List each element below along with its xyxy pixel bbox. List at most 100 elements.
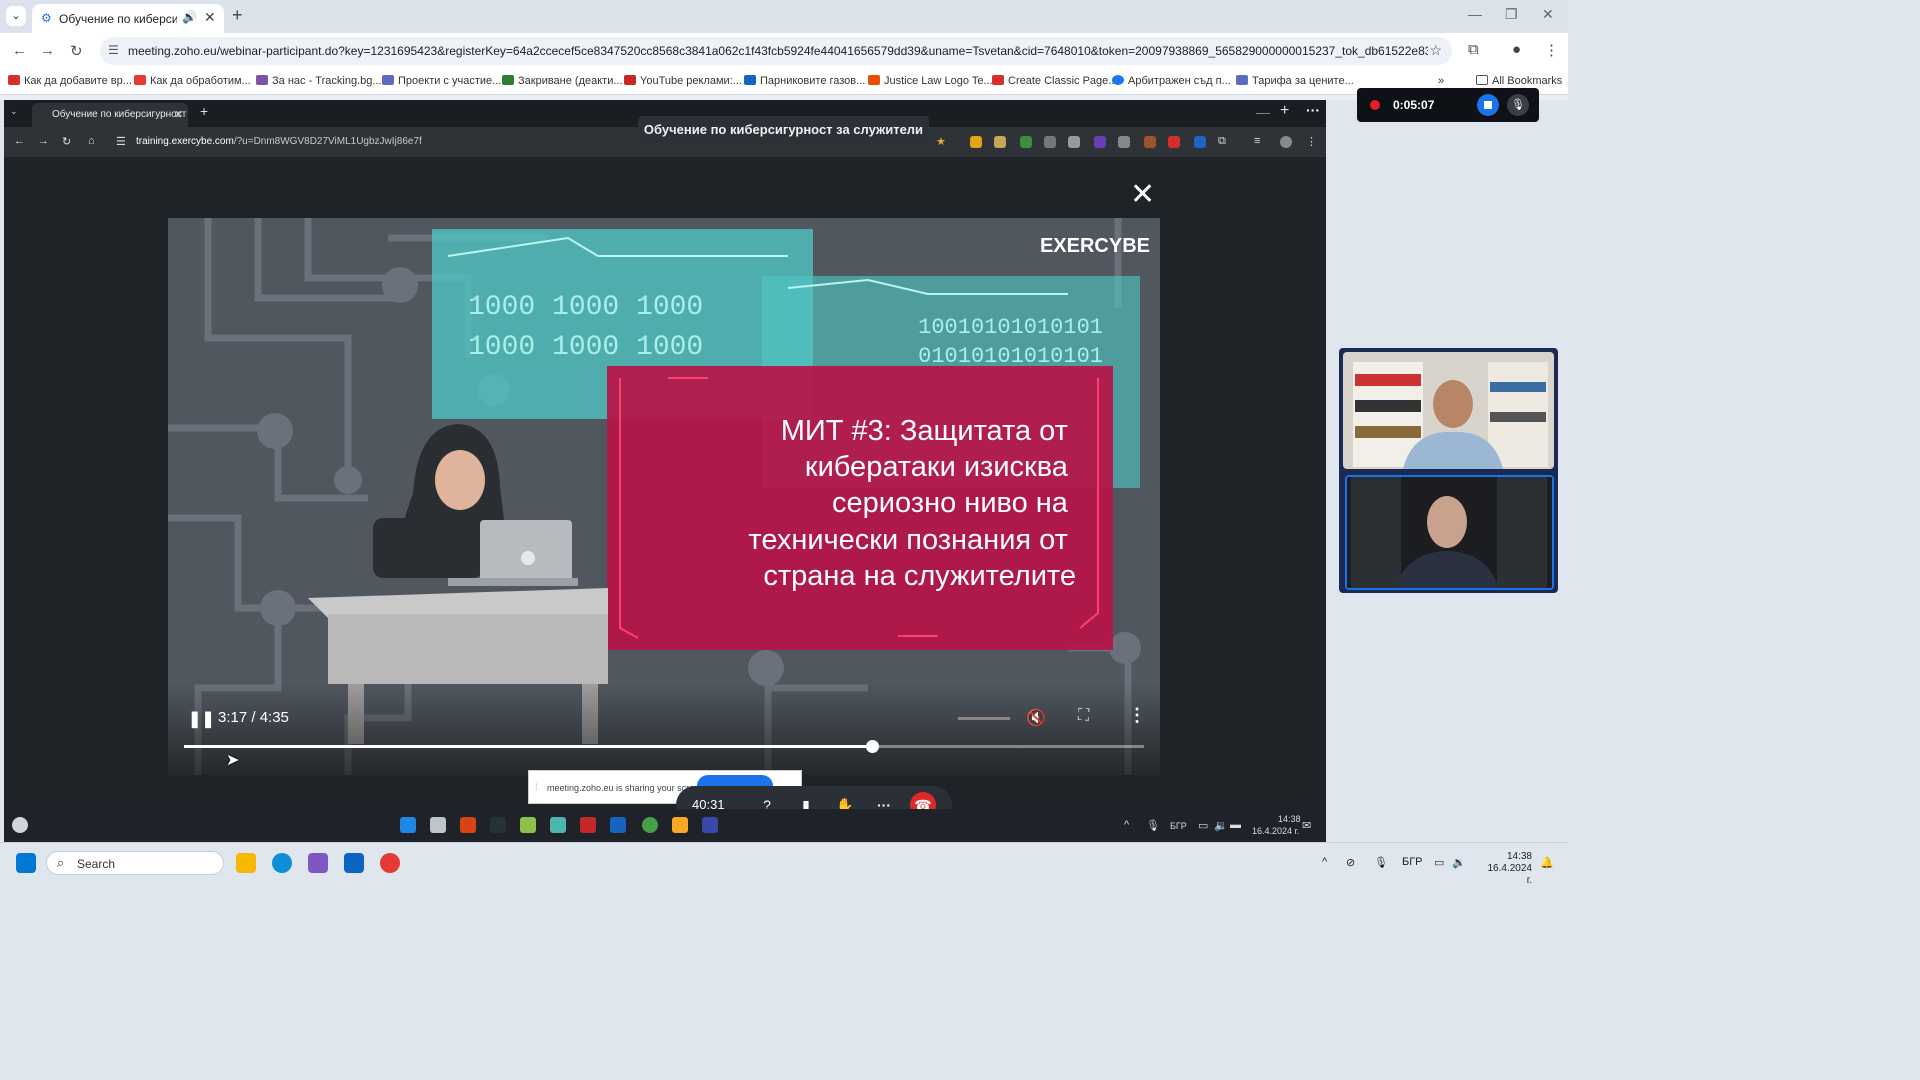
language-indicator[interactable]: БГР	[1402, 856, 1423, 868]
restore-icon[interactable]: ❐	[1505, 6, 1518, 23]
bookmark-item[interactable]: Тарифа за цените...	[1236, 75, 1354, 87]
progress-thumb[interactable]	[865, 740, 879, 753]
inner-plus-icon: +	[1280, 102, 1290, 119]
clock-date: 16.4.2024 г.	[1487, 863, 1533, 886]
address-bar[interactable]: ☰ meeting.zoho.eu/webinar-participant.do…	[100, 37, 1452, 65]
inner-home-icon: ⌂	[88, 135, 95, 147]
facebook-icon	[1112, 75, 1124, 85]
pause-icon[interactable]: ❚❚	[188, 709, 215, 729]
inner-time: 14:38	[1278, 814, 1301, 824]
snipping-tool-icon[interactable]	[308, 853, 328, 873]
new-tab-button[interactable]: +	[232, 5, 243, 26]
headline-line: кибератаки изисква	[805, 451, 1069, 483]
file-explorer-icon[interactable]	[236, 853, 256, 873]
inner-url: training.exercybe.com/?u=Dnm8WGV8D27ViML…	[136, 136, 422, 147]
youtube-icon	[992, 75, 1004, 85]
close-tab-icon[interactable]: ✕	[204, 9, 216, 26]
volume-slider[interactable]	[958, 717, 1010, 720]
extensions-icon[interactable]: ⧉	[1468, 41, 1479, 58]
inner-notification-icon: ✉	[1302, 820, 1312, 832]
headline-line: страна на служителите	[763, 560, 1076, 592]
inner-folder-icon	[672, 817, 688, 833]
network-icon[interactable]: ⊘	[1346, 856, 1355, 869]
headline-line: МИТ #3: Защитата от	[781, 415, 1068, 447]
more-options-icon[interactable]: ⋮	[1128, 705, 1146, 726]
youtube-icon	[134, 75, 146, 85]
close-video-button[interactable]: ✕	[1130, 180, 1155, 210]
muted-volume-icon[interactable]: 🔇	[1026, 708, 1046, 728]
bookmark-item[interactable]: Проекти с участие...	[382, 75, 501, 87]
bookmark-item[interactable]: Как да добавите вр...	[8, 75, 132, 87]
bookmark-star-icon[interactable]: ☆	[1429, 42, 1442, 59]
fullscreen-icon[interactable]: ⛶	[1078, 707, 1089, 725]
extension-icon	[994, 136, 1006, 148]
stop-recording-button[interactable]	[1477, 94, 1499, 116]
profile-icon[interactable]: ●	[1512, 41, 1521, 58]
window-close-icon[interactable]: ✕	[1542, 6, 1554, 23]
bookmark-item[interactable]: Как да обработим...	[134, 75, 251, 87]
bookmark-item[interactable]: Create Classic Page...	[992, 75, 1117, 87]
windows-start-icon[interactable]	[16, 853, 36, 873]
taskbar-clock[interactable]: 14:38 16.4.2024 г.	[1480, 851, 1533, 887]
headline-line: сериозно ниво на	[832, 487, 1069, 519]
tray-chevron-icon[interactable]: ^	[1322, 856, 1327, 868]
bookmark-favicon-icon	[744, 75, 756, 85]
notification-bell-icon[interactable]: 🔔	[1540, 856, 1554, 869]
back-icon[interactable]: ←	[12, 42, 27, 59]
extension-icon	[1094, 136, 1106, 148]
participant-1-frame	[1343, 352, 1554, 469]
inner-site-info-icon: ☰	[116, 136, 126, 148]
windows-taskbar: ⌕ Search ^ ⊘ 🎙 БГР ▭ 🔉 14:38 16.4.2024 г…	[0, 842, 1568, 886]
all-bookmarks[interactable]: All Bookmarks	[1476, 75, 1562, 87]
bookmark-item[interactable]: YouTube реклами:...	[624, 75, 742, 87]
minimize-icon[interactable]: —	[1468, 6, 1482, 22]
inner-tray-chevron-icon: ^	[1124, 819, 1130, 831]
video-player[interactable]: 1000 1000 1000 1000 1000 1000 1001010101…	[168, 218, 1160, 775]
browser-tab[interactable]: ⚙ Обучение по киберсигурн 🔊 ✕	[32, 4, 224, 33]
bookmark-item[interactable]: За нас - Tracking.bg...	[256, 75, 382, 87]
taskbar-search[interactable]: ⌕ Search	[46, 851, 224, 875]
tab-search-dropdown[interactable]: ⌄	[6, 6, 26, 26]
site-info-icon[interactable]: ☰	[108, 43, 119, 57]
audio-playing-icon[interactable]: 🔊	[182, 10, 197, 24]
participant-video-2[interactable]	[1345, 475, 1554, 590]
mic-tray-icon[interactable]: 🎙	[1374, 856, 1388, 869]
inner-new-tab-icon: +	[200, 103, 209, 119]
video-time: 3:17 / 4:35	[218, 709, 289, 726]
inner-profile-icon	[1280, 136, 1292, 148]
chrome-icon[interactable]	[380, 853, 400, 873]
mic-icon[interactable]: 🎙	[1507, 94, 1529, 116]
bookmark-favicon-icon	[8, 75, 20, 85]
headline-line: технически познания от	[748, 524, 1068, 556]
inner-app-icon	[702, 817, 718, 833]
inner-reload-icon: ↻	[62, 136, 72, 148]
extension-icon	[1168, 136, 1180, 148]
drag-handle-icon[interactable]: ⁞	[535, 782, 538, 792]
browser-toolbar: ← → ↻ ☰ meeting.zoho.eu/webinar-particip…	[0, 33, 1568, 69]
reload-icon[interactable]: ↻	[70, 42, 83, 60]
mouse-cursor-icon: ➤	[226, 752, 240, 769]
bookmark-item[interactable]: Парниковите газов...	[744, 75, 865, 87]
progress-bar[interactable]	[184, 740, 1144, 753]
bookmark-item[interactable]: Закриване (деакти...	[502, 75, 623, 87]
edge-icon[interactable]	[272, 853, 292, 873]
volume-icon[interactable]: 🔉	[1452, 856, 1466, 869]
bookmark-item[interactable]: Арбитражен съд п...	[1112, 75, 1231, 87]
url-text[interactable]: meeting.zoho.eu/webinar-participant.do?k…	[128, 44, 1428, 58]
outlook-icon[interactable]	[344, 853, 364, 873]
participant-2-frame	[1347, 477, 1552, 588]
bookmark-favicon-icon	[868, 75, 880, 85]
inner-app-icon	[520, 817, 536, 833]
inner-tab-dropdown-icon: ⌄	[10, 106, 18, 116]
inner-display-icon: ▭	[1198, 820, 1209, 832]
inner-app-icon	[460, 817, 476, 833]
display-icon[interactable]: ▭	[1434, 856, 1444, 869]
bookmark-item[interactable]: Justice Law Logo Te...	[868, 75, 993, 87]
sharing-notice-text: meeting.zoho.eu is sharing your scree	[547, 783, 700, 793]
inner-mic-icon: 🎙	[1146, 820, 1160, 832]
more-bookmarks-icon[interactable]: »	[1438, 75, 1444, 87]
forward-icon[interactable]: →	[40, 42, 55, 59]
participant-video-1[interactable]	[1343, 352, 1554, 469]
progress-fill	[184, 745, 872, 748]
menu-icon[interactable]: ⋮	[1544, 41, 1559, 59]
